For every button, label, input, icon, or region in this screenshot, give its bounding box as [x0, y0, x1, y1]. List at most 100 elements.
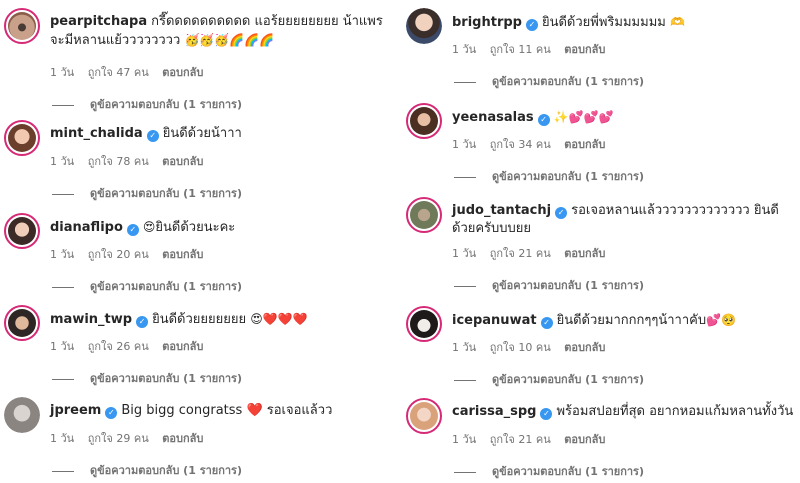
comment-meta: 1 วัน ถูกใจ 11 คน ตอบกลับ — [452, 40, 615, 58]
comment-time: 1 วัน — [452, 138, 477, 151]
verified-badge-icon: ✓ — [525, 19, 538, 31]
replies-divider — [454, 285, 476, 287]
comment-text: ยินดีด้วยยยยยยย — [152, 312, 247, 327]
comment-emoji: 🥳🥳🥳🌈🌈🌈 — [184, 33, 275, 47]
reply-button[interactable]: ตอบกลับ — [162, 432, 203, 445]
comment-meta: 1 วัน ถูกใจ 29 คน ตอบกลับ — [50, 429, 213, 447]
comment-text: Big bigg congratss ❤️ รอเจอแล้วว — [121, 403, 333, 418]
reply-button[interactable]: ตอบกลับ — [162, 248, 203, 261]
comment-time: 1 วัน — [452, 247, 477, 260]
comment-text: พร้อมสปอยที่สุด อยากหอมแก้มหลานทั้งวัน — [556, 404, 794, 419]
reply-button[interactable]: ตอบกลับ — [162, 66, 203, 79]
verified-badge-icon: ✓ — [146, 130, 159, 142]
avatar[interactable] — [4, 120, 40, 156]
avatar[interactable] — [406, 306, 442, 342]
view-replies-button[interactable]: ดูข้อความตอบกลับ (1 รายการ) — [454, 72, 644, 90]
comment-text: ยินดีด้วยน้าาา — [162, 126, 242, 141]
verified-badge-icon: ✓ — [105, 407, 118, 419]
view-replies-button[interactable]: ดูข้อความตอบกลับ (1 รายการ) — [52, 369, 242, 387]
comment-time: 1 วัน — [452, 341, 477, 354]
replies-divider — [52, 104, 74, 106]
comment-text-block: dianaflipo ✓ 😍ยินดีด้วยนะคะ — [50, 218, 396, 237]
comment-username[interactable]: mawin_twp — [50, 312, 132, 327]
comment-text: ยินดีด้วยมากกกๆๆน้าาาคับ — [556, 313, 707, 328]
comment-meta: 1 วัน ถูกใจ 78 คน ตอบกลับ — [50, 152, 213, 170]
comment-username[interactable]: yeenasalas — [452, 110, 534, 125]
reply-button[interactable]: ตอบกลับ — [162, 155, 203, 168]
reply-button[interactable]: ตอบกลับ — [162, 340, 203, 353]
comment-meta: 1 วัน ถูกใจ 47 คน ตอบกลับ — [50, 63, 213, 81]
comment-text: ยินดีด้วยนะคะ — [155, 220, 236, 235]
comment-username[interactable]: carissa_spg — [452, 404, 536, 419]
comment-time: 1 วัน — [50, 155, 75, 168]
avatar[interactable] — [4, 305, 40, 341]
comment-text-block: mint_chalida ✓ ยินดีด้วยน้าาา — [50, 125, 396, 143]
view-replies-button[interactable]: ดูข้อความตอบกลับ (1 รายการ) — [454, 167, 644, 185]
comment-likes[interactable]: ถูกใจ 20 คน — [88, 248, 149, 261]
replies-divider — [454, 176, 476, 178]
avatar[interactable] — [406, 398, 442, 434]
comment-emoji: 😍 — [142, 220, 156, 234]
comment-time: 1 วัน — [452, 433, 477, 446]
comment-meta: 1 วัน ถูกใจ 21 คน ตอบกลับ — [452, 244, 615, 262]
comment-time: 1 วัน — [50, 432, 75, 445]
avatar[interactable] — [4, 397, 40, 433]
view-replies-button[interactable]: ดูข้อความตอบกลับ (1 รายการ) — [52, 461, 242, 479]
verified-badge-icon: ✓ — [136, 316, 149, 328]
comment-username[interactable]: icepanuwat — [452, 313, 537, 328]
comment-likes[interactable]: ถูกใจ 21 คน — [490, 433, 551, 446]
comment-emoji: ✨💕💕💕 — [553, 110, 614, 124]
replies-divider — [52, 470, 74, 472]
reply-button[interactable]: ตอบกลับ — [564, 247, 605, 260]
comment-username[interactable]: jpreem — [50, 403, 101, 418]
view-replies-button[interactable]: ดูข้อความตอบกลับ (1 รายการ) — [454, 462, 644, 480]
reply-button[interactable]: ตอบกลับ — [564, 433, 605, 446]
view-replies-button[interactable]: ดูข้อความตอบกลับ (1 รายการ) — [52, 184, 242, 202]
comment-username[interactable]: pearpitchapa — [50, 14, 147, 29]
reply-button[interactable]: ตอบกลับ — [564, 341, 605, 354]
avatar[interactable] — [4, 8, 40, 44]
comment-text-block: icepanuwat ✓ ยินดีด้วยมากกกๆๆน้าาาคับ💕🥺 — [452, 311, 798, 330]
view-replies-button[interactable]: ดูข้อความตอบกลับ (1 รายการ) — [454, 276, 644, 294]
comment-username[interactable]: brightrpp — [452, 15, 522, 30]
replies-divider — [454, 81, 476, 83]
comment-time: 1 วัน — [452, 43, 477, 56]
comment-likes[interactable]: ถูกใจ 34 คน — [490, 138, 551, 151]
view-replies-button[interactable]: ดูข้อความตอบกลับ (1 รายการ) — [52, 95, 242, 113]
comment-likes[interactable]: ถูกใจ 47 คน — [88, 66, 149, 79]
replies-divider — [52, 378, 74, 380]
comment-username[interactable]: dianaflipo — [50, 220, 123, 235]
comment-text-block: pearpitchapa กรี๊ดดดดดดดดดด แอร้ยยยยยยยย … — [50, 13, 395, 50]
reply-button[interactable]: ตอบกลับ — [564, 43, 605, 56]
replies-divider — [52, 286, 74, 288]
comment-meta: 1 วัน ถูกใจ 26 คน ตอบกลับ — [50, 337, 213, 355]
verified-badge-icon: ✓ — [540, 408, 553, 420]
verified-badge-icon: ✓ — [555, 207, 568, 219]
replies-divider — [52, 193, 74, 195]
avatar[interactable] — [406, 8, 442, 44]
comment-text-block: yeenasalas ✓ ✨💕💕💕 — [452, 108, 798, 127]
view-replies-button[interactable]: ดูข้อความตอบกลับ (1 รายการ) — [52, 277, 242, 295]
comment-time: 1 วัน — [50, 248, 75, 261]
comment-text-block: mawin_twp ✓ ยินดีด้วยยยยยยย 😍❤️❤️❤️ — [50, 310, 396, 329]
avatar[interactable] — [4, 213, 40, 249]
comment-text-block: jpreem ✓ Big bigg congratss ❤️ รอเจอแล้วว — [50, 402, 396, 420]
comment-meta: 1 วัน ถูกใจ 10 คน ตอบกลับ — [452, 338, 615, 356]
avatar[interactable] — [406, 197, 442, 233]
view-replies-button[interactable]: ดูข้อความตอบกลับ (1 รายการ) — [454, 370, 644, 388]
comment-emoji: 💕🥺 — [706, 313, 736, 327]
comment-username[interactable]: mint_chalida — [50, 126, 143, 141]
comment-likes[interactable]: ถูกใจ 21 คน — [490, 247, 551, 260]
comment-likes[interactable]: ถูกใจ 29 คน — [88, 432, 149, 445]
comment-likes[interactable]: ถูกใจ 11 คน — [490, 43, 551, 56]
comment-likes[interactable]: ถูกใจ 26 คน — [88, 340, 149, 353]
comment-text: ยินดีด้วยพี่พริมมมมมม — [541, 15, 666, 30]
comment-emoji: 🫶 — [669, 15, 685, 29]
comment-username[interactable]: judo_tantachj — [452, 203, 551, 218]
comment-likes[interactable]: ถูกใจ 78 คน — [88, 155, 149, 168]
verified-badge-icon: ✓ — [126, 224, 139, 236]
reply-button[interactable]: ตอบกลับ — [564, 138, 605, 151]
comment-text-block: judo_tantachj ✓ รอเจอหลานแล้ววววววววววววว … — [452, 202, 782, 238]
comment-likes[interactable]: ถูกใจ 10 คน — [490, 341, 551, 354]
avatar[interactable] — [406, 103, 442, 139]
